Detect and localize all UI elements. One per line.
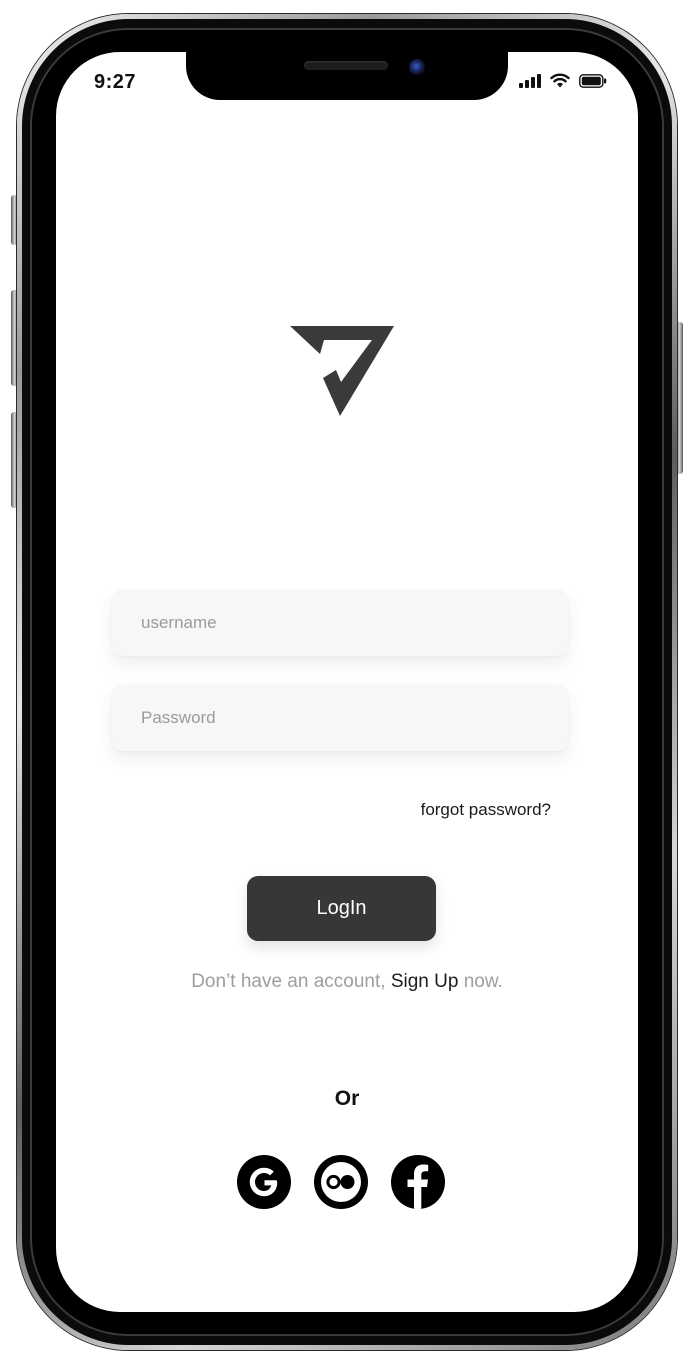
notch bbox=[186, 40, 508, 100]
signup-prompt-prefix: Don’t have an account, bbox=[191, 971, 391, 992]
device-mockup: 9:27 forgot password? LogIn Don’t have a… bbox=[0, 0, 694, 1365]
login-button[interactable]: LogIn bbox=[247, 876, 436, 941]
power-button bbox=[676, 322, 683, 474]
google-icon[interactable] bbox=[236, 1154, 292, 1210]
password-input[interactable] bbox=[112, 685, 568, 751]
app-screen bbox=[56, 52, 638, 1312]
earpiece-speaker bbox=[304, 61, 388, 70]
app-logo-icon bbox=[290, 326, 394, 416]
signup-link[interactable]: Sign Up bbox=[391, 971, 459, 992]
signup-prompt-suffix: now. bbox=[458, 971, 503, 992]
username-input[interactable] bbox=[112, 590, 568, 656]
status-time: 9:27 bbox=[94, 71, 137, 93]
facebook-icon[interactable] bbox=[390, 1154, 446, 1210]
status-icons bbox=[519, 73, 607, 88]
signal-icon bbox=[519, 73, 541, 88]
forgot-password-link[interactable]: forgot password? bbox=[396, 800, 551, 820]
or-divider: Or bbox=[334, 1087, 360, 1110]
signup-prompt: Don’t have an account, Sign Up now. bbox=[56, 971, 638, 993]
flickr-icon[interactable] bbox=[313, 1154, 369, 1210]
battery-icon bbox=[579, 73, 607, 88]
front-camera bbox=[409, 59, 425, 75]
wifi-icon bbox=[550, 73, 570, 88]
